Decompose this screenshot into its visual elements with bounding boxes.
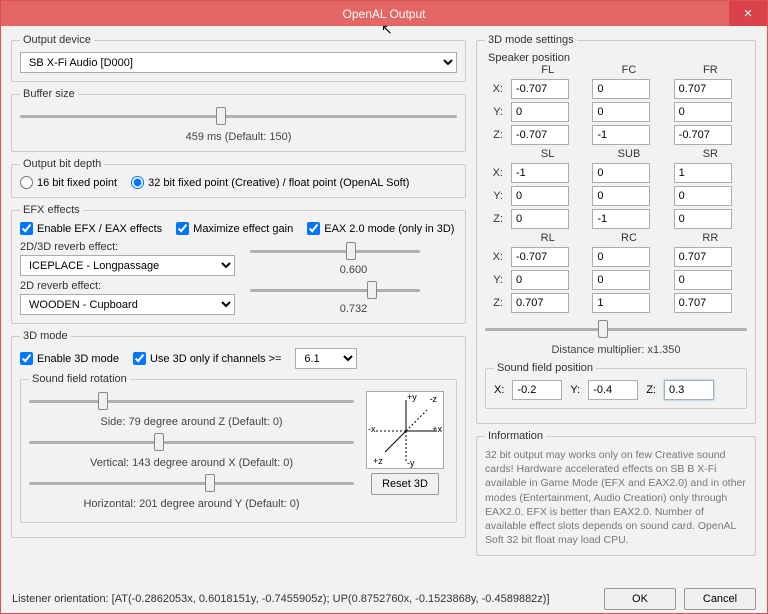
vertical-caption: Vertical: 143 degree around X (Default: …	[29, 457, 354, 469]
window-title: OpenAL Output	[343, 7, 426, 21]
buffer-size-label: Buffer size	[20, 88, 78, 100]
field-y[interactable]	[588, 380, 638, 400]
sub-y[interactable]	[592, 186, 650, 206]
efx-group: EFX effects Enable EFX / EAX effects Max…	[11, 204, 466, 324]
rc-y[interactable]	[592, 270, 650, 290]
use-3d-if-checkbox[interactable]: Use 3D only if channels >=	[133, 352, 281, 365]
channels-select[interactable]: 6.1	[295, 348, 357, 369]
fr-y[interactable]	[674, 102, 732, 122]
enable-3d-checkbox[interactable]: Enable 3D mode	[20, 352, 119, 365]
rl-x[interactable]	[511, 247, 569, 267]
3d-mode-group: 3D mode Enable 3D mode Use 3D only if ch…	[11, 330, 466, 538]
distance-multiplier-slider[interactable]	[485, 319, 747, 339]
sr-z[interactable]	[674, 209, 732, 229]
ok-button[interactable]: OK	[604, 588, 676, 610]
reverb-2d-amount: 0.732	[250, 303, 457, 315]
efx-label: EFX effects	[20, 204, 83, 216]
bit-32-radio[interactable]: 32 bit fixed point (Creative) / float po…	[131, 176, 409, 189]
speaker-position-group: Speaker position FLFCFR X: Y: Z: SLSUBSR…	[485, 52, 747, 356]
fc-y[interactable]	[592, 102, 650, 122]
rotation-label: Sound field rotation	[29, 373, 130, 385]
rl-y[interactable]	[511, 270, 569, 290]
information-label: Information	[485, 430, 546, 442]
reverb-2d-label: 2D reverb effect:	[20, 280, 240, 292]
sound-field-rotation-group: Sound field rotation Side: 79 degree aro…	[20, 373, 457, 523]
bit-depth-group: Output bit depth 16 bit fixed point 32 b…	[11, 158, 466, 198]
maximize-gain-checkbox[interactable]: Maximize effect gain	[176, 222, 293, 235]
reverb-2d-slider[interactable]	[250, 281, 420, 301]
speaker-position-label: Speaker position	[485, 52, 573, 64]
output-device-select[interactable]: SB X-Fi Audio [D000]	[20, 52, 457, 73]
listener-orientation-text: Listener orientation: [AT(-0.2862053x, 0…	[12, 593, 550, 605]
speaker-grid: FLFCFR X: Y: Z: SLSUBSR X: Y: Z: RLRCRR …	[485, 64, 747, 313]
sl-z[interactable]	[511, 209, 569, 229]
fl-y[interactable]	[511, 102, 569, 122]
rc-x[interactable]	[592, 247, 650, 267]
axes-diagram: +y -y +x -x +z -z	[366, 391, 444, 469]
3d-mode-label: 3D mode	[20, 330, 71, 342]
reverb-2d3d-amount: 0.600	[250, 264, 457, 276]
horizontal-slider[interactable]	[29, 473, 354, 493]
output-device-label: Output device	[20, 34, 94, 46]
rl-z[interactable]	[511, 293, 569, 313]
enable-efx-checkbox[interactable]: Enable EFX / EAX effects	[20, 222, 162, 235]
fc-z[interactable]	[592, 125, 650, 145]
field-z[interactable]	[664, 380, 714, 400]
horizontal-caption: Horizontal: 201 degree around Y (Default…	[29, 498, 354, 510]
sl-x[interactable]	[511, 163, 569, 183]
titlebar: OpenAL Output × ↖	[1, 1, 767, 26]
bit-depth-label: Output bit depth	[20, 158, 104, 170]
buffer-size-group: Buffer size 459 ms (Default: 150)	[11, 88, 466, 152]
rr-y[interactable]	[674, 270, 732, 290]
reverb-2d3d-label: 2D/3D reverb effect:	[20, 241, 240, 253]
side-slider[interactable]	[29, 391, 354, 411]
3d-settings-group: 3D mode settings Speaker position FLFCFR…	[476, 34, 756, 424]
reset-3d-button[interactable]: Reset 3D	[371, 473, 439, 495]
information-text: 32 bit output may works only on few Crea…	[485, 448, 747, 547]
vertical-slider[interactable]	[29, 432, 354, 452]
sr-y[interactable]	[674, 186, 732, 206]
sr-x[interactable]	[674, 163, 732, 183]
distance-caption: Distance multiplier: x1.350	[485, 344, 747, 356]
fl-x[interactable]	[511, 79, 569, 99]
cancel-button[interactable]: Cancel	[684, 588, 756, 610]
field-position-label: Sound field position	[494, 362, 596, 374]
output-device-group: Output device SB X-Fi Audio [D000]	[11, 34, 466, 82]
fr-x[interactable]	[674, 79, 732, 99]
eax2-checkbox[interactable]: EAX 2.0 mode (only in 3D)	[307, 222, 454, 235]
sl-y[interactable]	[511, 186, 569, 206]
close-button[interactable]: ×	[729, 1, 767, 26]
fc-x[interactable]	[592, 79, 650, 99]
field-x[interactable]	[512, 380, 562, 400]
reverb-2d3d-slider[interactable]	[250, 242, 420, 262]
fl-z[interactable]	[511, 125, 569, 145]
bit-16-radio[interactable]: 16 bit fixed point	[20, 176, 117, 189]
sound-field-position-group: Sound field position X: Y: Z:	[485, 362, 747, 409]
3d-settings-label: 3D mode settings	[485, 34, 577, 46]
buffer-size-caption: 459 ms (Default: 150)	[20, 131, 457, 143]
buffer-size-slider[interactable]	[20, 106, 457, 126]
rr-x[interactable]	[674, 247, 732, 267]
side-caption: Side: 79 degree around Z (Default: 0)	[29, 416, 354, 428]
reverb-2d3d-select[interactable]: ICEPLACE - Longpassage	[20, 255, 235, 276]
sub-z[interactable]	[592, 209, 650, 229]
sub-x[interactable]	[592, 163, 650, 183]
fr-z[interactable]	[674, 125, 732, 145]
information-group: Information 32 bit output may works only…	[476, 430, 756, 556]
rr-z[interactable]	[674, 293, 732, 313]
reverb-2d-select[interactable]: WOODEN - Cupboard	[20, 294, 235, 315]
rc-z[interactable]	[592, 293, 650, 313]
